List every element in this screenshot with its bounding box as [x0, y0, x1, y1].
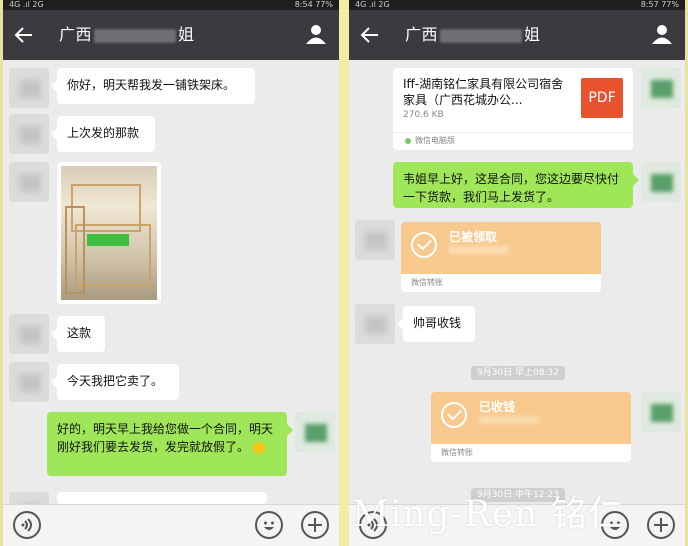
contact-avatar[interactable] — [9, 362, 49, 402]
transfer-status: 已被领取 — [449, 230, 498, 244]
message-text: 上次发的那款 — [67, 126, 140, 140]
contact-avatar[interactable] — [9, 114, 49, 154]
transfer-received-card[interactable]: 已被领取 微信转账 — [401, 222, 601, 292]
signal-indicator: 4G .ıl 2G — [355, 0, 390, 9]
pdf-file-icon: PDF — [581, 78, 623, 118]
back-arrow-icon[interactable] — [359, 24, 381, 46]
photo-message[interactable] — [57, 162, 161, 304]
chat-screen-right: 4G .ıl 2G 8:57 77% 广西 姐 Iff-湖南铭仁家具有限公司宿舍家… — [349, 0, 685, 546]
chat-screen-left: 4G .ıl 2G 8:54 77% 广西 姐 你好，明天帮我发一铺铁架床。 上次… — [3, 0, 339, 546]
message-list[interactable]: Iff-湖南铭仁家具有限公司宿舍家具（广西花城办公... 270.6 KB PD… — [349, 60, 685, 504]
contact-avatar[interactable] — [355, 220, 395, 260]
message-bubble-outgoing[interactable]: 韦姐早上好，这是合同，您这边要尽快付一下货款，我们马上发货了。 — [393, 162, 639, 208]
message-bubble-outgoing[interactable]: 好的，明天早上我给您做一个合同，明天刚好我们要去发货，发完就放假了。 — [47, 412, 293, 476]
title-bar: 广西 姐 — [3, 10, 339, 60]
chat-title-prefix: 广西 — [59, 25, 93, 44]
chat-title-prefix: 广西 — [405, 25, 439, 44]
transfer-footer: 微信转账 — [401, 274, 601, 292]
own-avatar[interactable] — [641, 162, 681, 202]
message-bubble[interactable]: 这款 — [51, 316, 105, 352]
timestamp: 9月30日 早上08:32 — [471, 366, 565, 380]
message-bubble[interactable]: 上次发的那款 — [51, 116, 155, 152]
contact-avatar[interactable] — [9, 314, 49, 354]
smiley-emoji-icon — [252, 441, 265, 454]
chat-title-suffix: 姐 — [524, 25, 541, 44]
title-bar: 广西 姐 — [349, 10, 685, 60]
emoji-icon[interactable] — [255, 511, 283, 539]
clock: 8:54 — [294, 0, 313, 9]
message-bubble[interactable]: 帅哥收钱 — [397, 306, 475, 342]
message-text: 你好，明天帮我发一铺铁架床。 — [67, 78, 236, 92]
plus-icon[interactable] — [647, 511, 675, 539]
clock: 8:57 — [640, 0, 659, 9]
back-arrow-icon[interactable] — [13, 24, 35, 46]
own-avatar[interactable] — [641, 392, 681, 432]
transfer-status: 已收钱 — [479, 400, 516, 414]
redacted-name — [440, 28, 523, 43]
voice-input-icon[interactable] — [13, 511, 41, 539]
signal-indicator: 4G .ıl 2G — [9, 0, 44, 9]
redacted-name — [94, 28, 177, 43]
battery-indicator: 77% — [661, 0, 679, 9]
contact-avatar[interactable] — [355, 304, 395, 344]
message-bubble[interactable]: 今天我把它卖了。 — [51, 364, 179, 400]
message-text: 韦姐早上好，这是合同，您这边要尽快付一下货款，我们马上发货了。 — [403, 172, 620, 204]
contact-avatar[interactable] — [9, 68, 49, 108]
own-avatar[interactable] — [295, 412, 335, 452]
file-name: Iff-湖南铭仁家具有限公司宿舍家具（广西花城办公... — [403, 77, 564, 107]
input-bar — [3, 504, 339, 546]
message-list[interactable]: 你好，明天帮我发一铺铁架床。 上次发的那款 这款 今天我把它卖了。 好的，明天早… — [3, 60, 339, 516]
message-bubble[interactable]: 你好，明天帮我发一铺铁架床。 — [51, 68, 255, 104]
contact-avatar[interactable] — [9, 162, 49, 202]
chat-title: 广西 姐 — [59, 23, 195, 47]
message-bubble[interactable] — [51, 492, 267, 516]
file-source: 微信电脑版 — [415, 136, 455, 145]
status-bar: 4G .ıl 2G 8:57 77% — [349, 0, 685, 10]
watermark: Ming-Ren 铭仁 — [352, 494, 625, 535]
contact-profile-icon[interactable] — [651, 23, 673, 45]
chat-title-suffix: 姐 — [178, 25, 195, 44]
message-text: 这款 — [67, 326, 92, 340]
message-text: 帅哥收钱 — [413, 316, 462, 330]
status-bar: 4G .ıl 2G 8:54 77% — [3, 0, 339, 10]
panel-divider — [339, 0, 349, 546]
own-avatar[interactable] — [641, 68, 681, 108]
file-size: 270.6 KB — [403, 110, 444, 120]
wechat-pc-icon — [405, 137, 411, 144]
file-message[interactable]: Iff-湖南铭仁家具有限公司宿舍家具（广西花城办公... 270.6 KB PD… — [393, 68, 633, 150]
battery-indicator: 77% — [315, 0, 333, 9]
message-text: 今天我把它卖了。 — [67, 374, 164, 388]
plus-icon[interactable] — [301, 511, 329, 539]
bed-photo — [61, 166, 157, 300]
contact-profile-icon[interactable] — [305, 23, 327, 45]
chat-title: 广西 姐 — [405, 23, 541, 47]
transfer-collected-card[interactable]: 已收钱 微信转账 — [431, 392, 631, 462]
transfer-footer: 微信转账 — [431, 444, 631, 462]
message-text: 好的，明天早上我给您做一个合同，明天刚好我们要去发货，发完就放假了。 — [57, 422, 274, 454]
